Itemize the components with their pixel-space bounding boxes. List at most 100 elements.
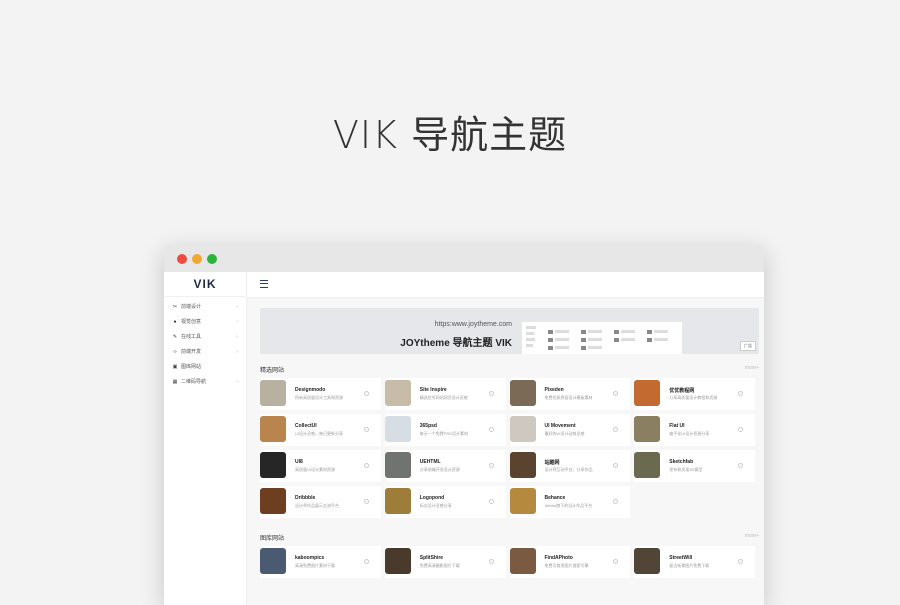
go-circle-icon[interactable] xyxy=(738,427,743,432)
site-name: 365psd xyxy=(419,423,437,429)
ad-banner[interactable]: https:www.joytheme.com JOYtheme 导航主题 VIK… xyxy=(260,308,759,354)
site-card[interactable]: Dribbble 设计师作品展示交流平台 xyxy=(260,486,381,518)
site-thumbnail xyxy=(384,548,411,574)
site-thumbnail xyxy=(509,380,536,406)
go-circle-icon[interactable] xyxy=(363,463,369,468)
more-link[interactable]: more+ xyxy=(745,533,759,539)
site-thumbnail xyxy=(509,488,536,514)
site-thumbnail xyxy=(260,548,286,574)
site-name: Designmodo xyxy=(295,387,326,393)
pen-icon: ✎ xyxy=(172,333,178,340)
site-thumbnail xyxy=(384,488,411,514)
site-description: 精选优秀网站网页设计灵感 xyxy=(419,395,468,400)
go-circle-icon[interactable] xyxy=(738,559,743,564)
sidebar-item-label: 前端设计 xyxy=(181,304,202,310)
site-card[interactable]: StreetWill 复古街景图片免费下载 xyxy=(634,546,755,578)
site-description: 高清免费图片素材下载 xyxy=(295,563,335,568)
site-card[interactable]: Site Inspire 精选优秀网站网页设计灵感 xyxy=(384,378,506,410)
go-circle-icon[interactable] xyxy=(488,427,494,432)
section-header: 图库网站 more+ xyxy=(260,530,759,544)
top-bar xyxy=(247,272,764,298)
site-card[interactable]: FindAPhoto 免费可商用图片搜索引擎 xyxy=(509,546,631,578)
site-card[interactable]: Flat UI 扁平化UI设计资源分享 xyxy=(634,414,755,446)
site-card[interactable]: 站酷网 设计师互动平台，分享作品 xyxy=(509,450,631,482)
go-circle-icon[interactable] xyxy=(363,499,369,504)
sidebar-item[interactable]: ▦ 二维码导航 › xyxy=(164,374,246,389)
site-name: 站酷网 xyxy=(544,460,560,466)
maximize-window-button[interactable] xyxy=(207,254,217,264)
site-card[interactable]: UEHTML 分享前端开发设计资源 xyxy=(384,450,506,482)
chevron-right-icon: › xyxy=(236,318,238,325)
site-description: UI设计灵感，每日更新分享 xyxy=(295,431,343,436)
site-name: SplitShire xyxy=(419,555,444,561)
site-description: 标志设计灵感分享 xyxy=(419,503,452,508)
site-logo[interactable]: VIK xyxy=(164,272,246,296)
go-circle-icon[interactable] xyxy=(488,463,494,468)
go-circle-icon[interactable] xyxy=(613,499,619,504)
section-title: 图库网站 xyxy=(260,536,285,542)
site-name: kaboompics xyxy=(295,555,325,561)
site-thumbnail xyxy=(384,380,411,406)
site-name: Site Inspire xyxy=(419,387,447,393)
go-circle-icon[interactable] xyxy=(488,559,494,564)
site-card[interactable]: kaboompics 高清免费图片素材下载 xyxy=(260,546,381,578)
go-circle-icon[interactable] xyxy=(363,427,369,432)
go-circle-icon[interactable] xyxy=(738,391,743,396)
site-card[interactable]: SplitShire 免费高清摄影图片下载 xyxy=(384,546,506,578)
sidebar-item[interactable]: ‹› 前端开发 › xyxy=(164,344,246,359)
section-header: 精选网站 more+ xyxy=(260,362,759,376)
site-name: UI Movement xyxy=(544,423,576,429)
hamburger-menu-icon[interactable] xyxy=(260,280,268,288)
site-thumbnail xyxy=(260,416,286,442)
site-name: Flat UI xyxy=(669,423,685,429)
site-card[interactable]: 优优教程网 分享高质量设计教程和资源 xyxy=(634,378,755,410)
more-link[interactable]: more+ xyxy=(745,365,759,371)
site-card[interactable]: Pixeden 免费优质界面设计模板素材 xyxy=(509,378,631,410)
site-card[interactable]: UI8 高质量UI设计素材资源 xyxy=(260,450,381,482)
minimize-window-button[interactable] xyxy=(192,254,202,264)
site-card[interactable]: 365psd 每天一个免费PSD设计素材 xyxy=(384,414,506,446)
go-circle-icon[interactable] xyxy=(613,391,619,396)
sidebar-item-label: 前端开发 xyxy=(181,349,202,355)
site-description: 高质量UI设计素材资源 xyxy=(295,467,335,472)
site-name: UI8 xyxy=(295,459,303,465)
go-circle-icon[interactable] xyxy=(363,559,369,564)
section-featured-sites: 精选网站 more+ Designmodo 所有高质量设计工具和资源 Site In… xyxy=(260,362,759,518)
sidebar-nav: ✂ 前端设计 › ● 视觉创意 › ✎ 在线工具 › ‹› 前端开发 › ▣ 图库网站 ▦ 二维码导航 › xyxy=(164,297,246,389)
site-description: 最好的UI设计动效灵感 xyxy=(544,431,585,436)
sidebar-item[interactable]: ✂ 前端设计 › xyxy=(164,299,246,314)
site-description: 发布和发现3D模型 xyxy=(669,467,703,472)
go-circle-icon[interactable] xyxy=(363,391,369,396)
go-circle-icon[interactable] xyxy=(613,427,619,432)
site-thumbnail xyxy=(634,548,661,574)
chevron-right-icon: › xyxy=(236,348,238,355)
site-card-grid: Designmodo 所有高质量设计工具和资源 Site Inspire 精选优秀网站… xyxy=(260,378,759,518)
site-thumbnail xyxy=(260,452,286,478)
sidebar-item[interactable]: ● 视觉创意 › xyxy=(164,314,246,329)
go-circle-icon[interactable] xyxy=(738,463,743,468)
site-thumbnail xyxy=(509,416,536,442)
site-name: Dribbble xyxy=(295,495,316,501)
banner-preview-image xyxy=(522,322,682,354)
grid-icon: ▦ xyxy=(172,378,178,385)
site-card[interactable]: Logopond 标志设计灵感分享 xyxy=(384,486,506,518)
go-circle-icon[interactable] xyxy=(613,559,619,564)
site-name: 优优教程网 xyxy=(669,388,695,394)
sidebar-item[interactable]: ✎ 在线工具 › xyxy=(164,329,246,344)
droplet-icon: ● xyxy=(173,318,177,325)
close-window-button[interactable] xyxy=(177,254,187,264)
site-description: Adobe旗下的设计作品平台 xyxy=(544,503,593,508)
site-name: Sketchfab xyxy=(669,459,694,465)
sidebar-item-label: 在线工具 xyxy=(181,334,202,340)
site-card[interactable]: CollectUI UI设计灵感，每日更新分享 xyxy=(260,414,381,446)
ad-tag: 广告 xyxy=(740,341,756,351)
site-card[interactable]: Designmodo 所有高质量设计工具和资源 xyxy=(260,378,381,410)
go-circle-icon[interactable] xyxy=(488,499,494,504)
sidebar-item[interactable]: ▣ 图库网站 xyxy=(164,359,246,374)
go-circle-icon[interactable] xyxy=(488,391,494,396)
site-card[interactable]: Sketchfab 发布和发现3D模型 xyxy=(634,450,755,482)
site-name: StreetWill xyxy=(669,555,693,561)
go-circle-icon[interactable] xyxy=(613,463,619,468)
site-card[interactable]: UI Movement 最好的UI设计动效灵感 xyxy=(509,414,631,446)
site-card[interactable]: Behance Adobe旗下的设计作品平台 xyxy=(509,486,631,518)
